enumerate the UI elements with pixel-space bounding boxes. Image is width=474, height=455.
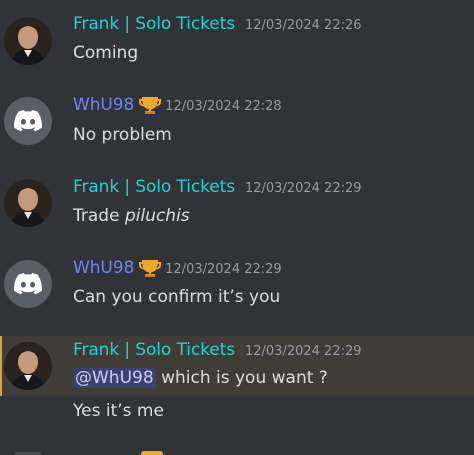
message-timestamp[interactable]: 12/03/2024 22:29	[245, 344, 362, 359]
avatar-image-icon	[4, 17, 52, 65]
avatar-image-icon	[4, 179, 52, 227]
discord-logo-icon	[14, 273, 42, 295]
user-mention[interactable]: @WhU98	[73, 368, 156, 388]
avatar[interactable]	[4, 260, 52, 308]
message-timestamp[interactable]: 12/03/2024 22:29	[165, 262, 282, 277]
message-text: No problem	[73, 125, 172, 145]
message-text: Can you confirm it’s you	[73, 287, 281, 307]
message-text-prefix: Trade	[73, 206, 125, 226]
message-text: @WhU98 which is you want ?	[73, 368, 328, 388]
message-item: Frank | Solo Tickets 12/03/2024 22:26 Co…	[0, 0, 474, 80]
message-text: Trade piluchis	[73, 206, 190, 226]
avatar[interactable]	[4, 17, 52, 65]
message-timestamp[interactable]: 12/03/2024 22:29	[245, 181, 362, 196]
username[interactable]: Frank | Solo Tickets	[73, 340, 235, 360]
message-timestamp[interactable]: 12/03/2024 22:26	[245, 18, 362, 33]
message-text: Yes it’s me	[73, 401, 164, 421]
message-item: Frank | Solo Tickets 12/03/2024 22:29 Tr…	[0, 162, 474, 242]
trophy-icon	[141, 451, 163, 455]
message-item: WhU98 12/03/2024 22:28 No problem	[0, 80, 474, 160]
username[interactable]: WhU98	[73, 258, 134, 278]
message-text-after-mention: which is you want ?	[155, 368, 328, 388]
trophy-icon	[138, 95, 162, 115]
avatar[interactable]	[4, 179, 52, 227]
message-item-highlighted: Frank | Solo Tickets 12/03/2024 22:29 @W…	[0, 336, 474, 396]
avatar[interactable]	[4, 342, 52, 390]
discord-logo-icon	[14, 110, 42, 132]
username[interactable]: WhU98	[73, 95, 134, 115]
username[interactable]: Frank | Solo Tickets	[73, 14, 235, 34]
trophy-icon	[138, 258, 162, 278]
message-item: Yes it’s me	[0, 396, 474, 430]
avatar-image-icon	[4, 342, 52, 390]
message-item-partial	[0, 448, 474, 455]
message-text-italic: piluchis	[124, 206, 190, 226]
message-text: Coming	[73, 43, 139, 63]
username[interactable]: Frank | Solo Tickets	[73, 177, 235, 197]
message-timestamp[interactable]: 12/03/2024 22:28	[165, 99, 282, 114]
avatar[interactable]	[4, 97, 52, 145]
message-item: WhU98 12/03/2024 22:29 Can you confirm i…	[0, 243, 474, 323]
